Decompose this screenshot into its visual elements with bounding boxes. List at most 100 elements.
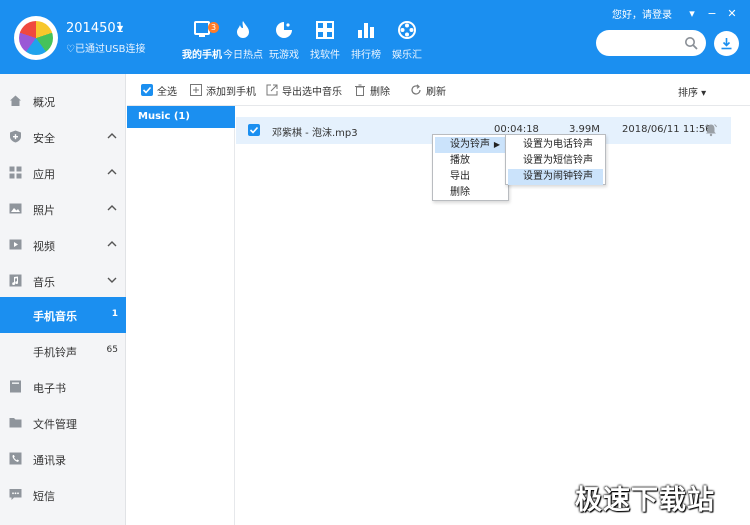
sidebar-item-label: 应用 bbox=[33, 168, 55, 181]
photo-icon bbox=[9, 203, 22, 214]
chevron-up-icon[interactable] bbox=[106, 130, 118, 142]
delete-button[interactable]: 删除 bbox=[354, 83, 390, 98]
sidebar: 概况 安全 应用 照片 视频 音乐 手机音乐 1 手机铃声 65 电子书 文件管… bbox=[0, 74, 126, 525]
window-controls: 您好，请登录 ▾ − ✕ bbox=[612, 6, 740, 21]
sidebar-item-videos[interactable]: 视频 bbox=[0, 227, 126, 263]
nav-entertainment[interactable]: 娱乐汇 bbox=[387, 0, 427, 74]
sidebar-item-sms[interactable]: 短信 bbox=[0, 477, 126, 513]
item-count: 65 bbox=[106, 345, 118, 355]
nav-software[interactable]: 找软件 bbox=[305, 0, 345, 74]
category-panel: Music (1) bbox=[127, 106, 235, 525]
usb-connection-status: ♡已通过USB连接 bbox=[66, 44, 146, 55]
search-icon[interactable] bbox=[684, 36, 698, 50]
sidebar-item-photos[interactable]: 照片 bbox=[0, 191, 126, 227]
close-icon[interactable]: ✕ bbox=[724, 7, 740, 20]
video-icon bbox=[9, 239, 22, 250]
alarm-bell-icon[interactable] bbox=[704, 123, 718, 137]
export-selected-button[interactable]: 导出选中音乐 bbox=[266, 83, 342, 98]
add-icon bbox=[190, 84, 202, 96]
sidebar-item-apps[interactable]: 应用 bbox=[0, 155, 126, 191]
sidebar-item-label: 手机铃声 bbox=[33, 346, 77, 359]
apps-grid-icon bbox=[9, 166, 22, 179]
search-input[interactable] bbox=[596, 30, 706, 56]
refresh-button[interactable]: 刷新 bbox=[410, 83, 446, 98]
sidebar-item-label: 安全 bbox=[33, 132, 55, 145]
ringtone-submenu: 设置为电话铃声 设置为短信铃声 设置为闹钟铃声 bbox=[505, 134, 606, 185]
sms-icon bbox=[9, 489, 22, 500]
export-icon bbox=[266, 84, 278, 96]
chevron-up-icon[interactable] bbox=[106, 238, 118, 250]
home-icon bbox=[10, 95, 21, 106]
app-logo bbox=[14, 16, 58, 60]
main-nav: 3 我的手机 今日热点 玩游戏 找软件 排行榜 娱乐汇 bbox=[182, 0, 428, 74]
nav-label: 娱乐汇 bbox=[392, 50, 422, 61]
sidebar-item-contacts[interactable]: 通讯录 bbox=[0, 441, 126, 477]
sidebar-item-security[interactable]: 安全 bbox=[0, 119, 126, 155]
chevron-up-icon[interactable] bbox=[106, 166, 118, 178]
context-menu: 设为铃声 ▶ 播放 导出 删除 bbox=[432, 134, 509, 201]
login-link[interactable]: 您好，请登录 bbox=[612, 6, 672, 21]
delete-label: 删除 bbox=[370, 86, 390, 98]
sidebar-item-phone-music[interactable]: 手机音乐 1 bbox=[0, 297, 126, 333]
device-name[interactable]: 2014501 bbox=[66, 21, 124, 36]
sidebar-item-files[interactable]: 文件管理 bbox=[0, 405, 126, 441]
nav-ranking[interactable]: 排行榜 bbox=[346, 0, 386, 74]
download-icon bbox=[721, 38, 732, 50]
menu-item-export[interactable]: 导出 bbox=[433, 169, 508, 185]
select-all-checkbox[interactable]: 全选 bbox=[141, 83, 177, 98]
refresh-label: 刷新 bbox=[426, 86, 446, 98]
category-item-music[interactable]: Music (1) bbox=[127, 106, 235, 128]
download-button[interactable] bbox=[714, 31, 739, 56]
menu-item-set-sms-ringtone[interactable]: 设置为短信铃声 bbox=[506, 153, 605, 169]
menu-item-set-call-ringtone[interactable]: 设置为电话铃声 bbox=[506, 137, 605, 153]
chevron-down-icon[interactable] bbox=[106, 274, 118, 286]
device-dropdown-caret-icon[interactable]: ▼ bbox=[117, 24, 123, 33]
sidebar-item-label: 手机音乐 bbox=[33, 310, 77, 323]
trash-icon bbox=[355, 84, 365, 96]
sidebar-item-ebooks[interactable]: 电子书 bbox=[0, 369, 126, 405]
nav-hot-today[interactable]: 今日热点 bbox=[223, 0, 263, 74]
folder-icon bbox=[9, 418, 22, 428]
game-icon bbox=[276, 22, 292, 38]
menu-dropdown-icon[interactable]: ▾ bbox=[684, 7, 700, 20]
sidebar-item-label: 音乐 bbox=[33, 276, 55, 289]
select-all-label: 全选 bbox=[157, 86, 177, 98]
nav-my-phone[interactable]: 3 我的手机 bbox=[182, 0, 222, 74]
menu-item-play[interactable]: 播放 bbox=[433, 153, 508, 169]
menu-item-delete[interactable]: 删除 bbox=[433, 185, 508, 201]
nav-games[interactable]: 玩游戏 bbox=[264, 0, 304, 74]
apps-icon bbox=[316, 21, 334, 39]
sort-dropdown[interactable]: 排序 ▾ bbox=[678, 84, 706, 99]
contacts-icon bbox=[9, 452, 22, 465]
export-selected-label: 导出选中音乐 bbox=[282, 86, 342, 98]
menu-item-set-ringtone[interactable]: 设为铃声 ▶ bbox=[435, 137, 506, 153]
submenu-arrow-icon: ▶ bbox=[493, 140, 500, 149]
flame-icon bbox=[237, 21, 249, 38]
ranking-icon bbox=[358, 23, 374, 38]
sidebar-item-label: 视频 bbox=[33, 240, 55, 253]
file-name: 邓紫棋 - 泡沫.mp3 bbox=[272, 128, 358, 139]
chevron-up-icon[interactable] bbox=[106, 202, 118, 214]
toolbar: 全选 添加到手机 导出选中音乐 删除 刷新 排序 ▾ bbox=[127, 74, 750, 106]
menu-item-set-alarm-ringtone[interactable]: 设置为闹钟铃声 bbox=[508, 169, 603, 185]
shield-icon bbox=[10, 130, 21, 143]
sidebar-item-music[interactable]: 音乐 bbox=[0, 263, 126, 299]
top-header: 2014501 ▼ ♡已通过USB连接 3 我的手机 今日热点 玩游戏 找软件 … bbox=[0, 0, 750, 74]
book-icon bbox=[10, 380, 21, 393]
sidebar-item-overview[interactable]: 概况 bbox=[0, 83, 126, 119]
nav-badge: 3 bbox=[208, 22, 220, 33]
checkbox-checked-icon bbox=[249, 126, 259, 134]
sidebar-item-label: 通讯录 bbox=[33, 454, 66, 467]
sidebar-item-label: 短信 bbox=[33, 490, 55, 503]
add-to-phone-button[interactable]: 添加到手机 bbox=[190, 83, 256, 98]
row-checkbox[interactable] bbox=[248, 124, 260, 136]
file-date: 2018/06/11 11:56 bbox=[622, 124, 712, 135]
minimize-icon[interactable]: − bbox=[704, 7, 720, 20]
sidebar-item-ringtones[interactable]: 手机铃声 65 bbox=[0, 333, 126, 369]
film-reel-icon bbox=[398, 21, 416, 39]
menu-item-label: 设为铃声 bbox=[450, 139, 490, 150]
sidebar-item-label: 概况 bbox=[33, 96, 55, 109]
sidebar-item-label: 文件管理 bbox=[33, 418, 77, 431]
checkbox-checked-icon bbox=[141, 84, 153, 96]
item-count: 1 bbox=[111, 309, 118, 319]
